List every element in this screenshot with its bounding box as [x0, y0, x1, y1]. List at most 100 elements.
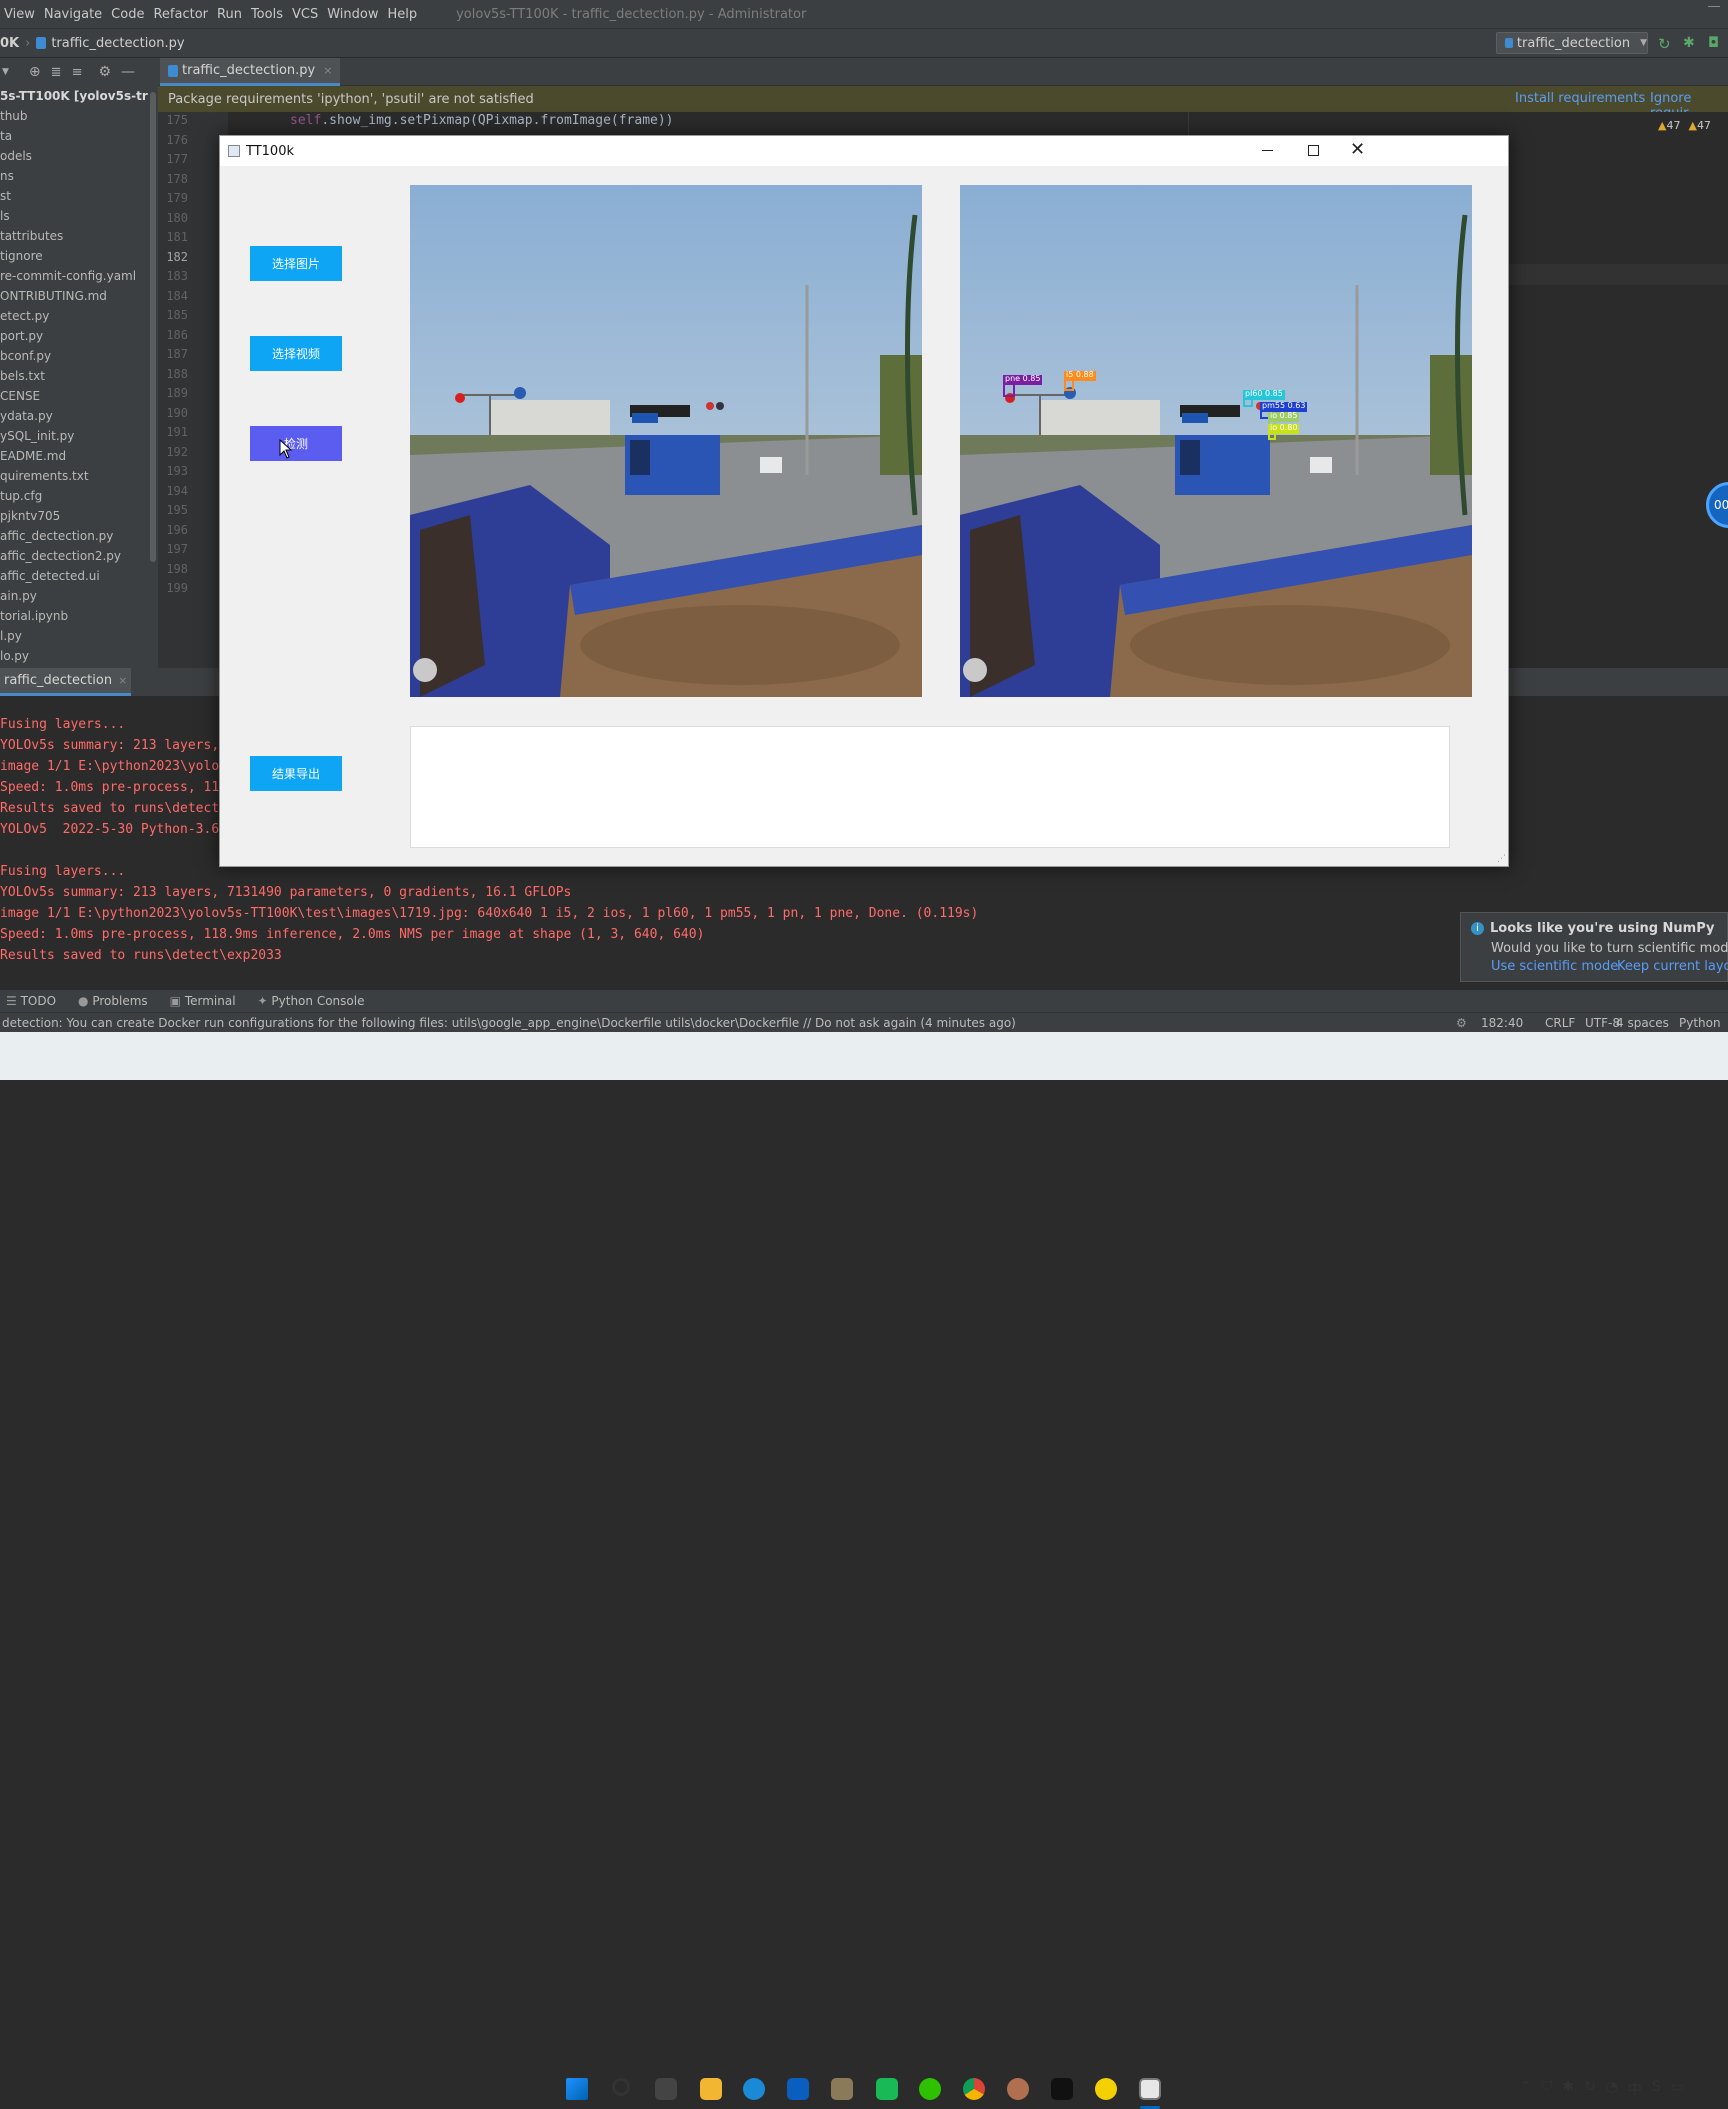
menu-navigate[interactable]: Navigate [44, 7, 111, 22]
menu-window[interactable]: Window [327, 7, 387, 22]
console-line: Results saved to runs\detect [0, 801, 220, 816]
file-explorer-icon[interactable] [700, 2078, 722, 2100]
minimize-icon[interactable] [1262, 150, 1273, 151]
requirements-message: Package requirements 'ipython', 'psutil'… [168, 91, 534, 107]
tab-run-traffic-dectection[interactable]: raffic_dectection × [0, 668, 132, 696]
tab-terminal[interactable]: ▣ Terminal [170, 994, 236, 1008]
project-tree-item[interactable]: affic_dectection.py [0, 526, 148, 546]
project-root[interactable]: 5s-TT100K [yolov5s-transf [0, 86, 148, 106]
project-tree-item[interactable]: ySQL_init.py [0, 426, 148, 446]
project-tree-item[interactable]: tup.cfg [0, 486, 148, 506]
menu-view[interactable]: View [0, 7, 44, 22]
menu-tools[interactable]: Tools [251, 7, 292, 22]
project-tree-item[interactable]: re-commit-config.yaml [0, 266, 148, 286]
edge-icon[interactable] [743, 2078, 765, 2100]
project-tree-item[interactable]: st [0, 186, 148, 206]
project-tree-item[interactable]: tignore [0, 246, 148, 266]
inspection-widget[interactable]: ▲47 ▲47 [1658, 119, 1711, 132]
menu-vcs[interactable]: VCS [292, 7, 327, 22]
tab-python-console[interactable]: ✦ Python Console [258, 994, 365, 1008]
maximize-icon[interactable] [1308, 145, 1319, 156]
close-icon[interactable]: × [323, 64, 332, 77]
gear-icon[interactable]: ⚙ [98, 64, 111, 80]
tab-traffic-dectection[interactable]: traffic_dectection.py × [160, 58, 341, 86]
project-tree-item[interactable]: ONTRIBUTING.md [0, 286, 148, 306]
collapse-all-icon[interactable]: ≡ [72, 65, 83, 80]
project-scrollbar[interactable] [148, 86, 158, 668]
status-message[interactable]: detection: You can create Docker run con… [0, 1016, 1016, 1030]
export-results-button[interactable]: 结果导出 [250, 756, 342, 791]
close-icon[interactable]: ✕ [1350, 139, 1365, 160]
breadcrumb-project[interactable]: 0K [0, 36, 19, 51]
project-tree-item[interactable]: EADME.md [0, 446, 148, 466]
project-tree-item[interactable]: pjkntv705 [0, 506, 148, 526]
store-icon[interactable] [787, 2078, 809, 2100]
hide-panel-icon[interactable]: — [121, 64, 135, 80]
project-tree-item[interactable]: ain.py [0, 586, 148, 606]
caret-position[interactable]: 182:40 [1481, 1016, 1523, 1030]
task-view-icon[interactable] [655, 2078, 677, 2100]
project-tree-item[interactable]: quirements.txt [0, 466, 148, 486]
project-tree-item[interactable]: lo.py [0, 646, 148, 666]
close-icon[interactable]: × [118, 674, 127, 687]
search-icon[interactable] [612, 2078, 630, 2096]
tab-problems[interactable]: ● Problems [78, 994, 148, 1008]
project-tree-item[interactable]: CENSE [0, 386, 148, 406]
tt100k-title-bar[interactable]: TT100k ✕ [220, 136, 1508, 166]
detect-button[interactable]: 检测 [250, 426, 342, 461]
project-tree-item[interactable]: ta [0, 126, 148, 146]
project-tree-item[interactable]: ydata.py [0, 406, 148, 426]
game-icon[interactable] [831, 2078, 853, 2100]
expand-all-icon[interactable]: ≣ [51, 65, 62, 80]
project-tree-item[interactable]: odels [0, 146, 148, 166]
project-tree-item[interactable]: affic_dectection2.py [0, 546, 148, 566]
results-text-area[interactable] [410, 726, 1450, 848]
use-scientific-mode-link[interactable]: Use scientific mode [1491, 959, 1618, 974]
weak-warning-icon: ▲ [1688, 119, 1697, 132]
project-tree-item[interactable]: ns [0, 166, 148, 186]
resize-grip-icon[interactable]: ⋰ [1497, 854, 1506, 864]
project-tree-item[interactable]: thub [0, 106, 148, 126]
run-config-select[interactable]: traffic_dectection ▼ [1496, 32, 1648, 54]
project-tree-item[interactable]: port.py [0, 326, 148, 346]
iqiyi-icon[interactable] [876, 2078, 898, 2100]
line-separator[interactable]: CRLF [1545, 1016, 1575, 1030]
debug-icon[interactable]: ✱ [1683, 35, 1695, 51]
project-tree-item[interactable]: torial.ipynb [0, 606, 148, 626]
keep-current-layout-link[interactable]: Keep current layout [1617, 959, 1728, 974]
project-tree-item[interactable]: affic_detected.ui [0, 566, 148, 586]
tab-todo[interactable]: ☰ TODO [6, 994, 56, 1008]
git-sync-icon[interactable]: ⚙ [1456, 1016, 1467, 1030]
project-tree-item[interactable]: bels.txt [0, 366, 148, 386]
pycharm-icon[interactable] [1051, 2078, 1073, 2100]
coverage-icon[interactable]: ◘ [1708, 35, 1719, 51]
scrollbar-thumb[interactable] [150, 92, 156, 562]
chrome-icon[interactable] [963, 2078, 985, 2100]
locate-icon[interactable]: ⊕ [29, 64, 41, 80]
select-image-button[interactable]: 选择图片 [250, 246, 342, 281]
avatar-app-icon[interactable] [1007, 2078, 1029, 2100]
file-encoding[interactable]: UTF-8 [1585, 1016, 1620, 1030]
menu-run[interactable]: Run [217, 7, 251, 22]
indent-setting[interactable]: 4 spaces [1616, 1016, 1669, 1030]
install-requirements-link[interactable]: Install requirements [1515, 91, 1645, 106]
project-tree-item[interactable]: etect.py [0, 306, 148, 326]
dropdown-arrow-icon[interactable]: ▼ [2, 67, 9, 77]
project-tree-item[interactable]: bconf.py [0, 346, 148, 366]
wechat-icon[interactable] [919, 2078, 941, 2100]
select-video-button[interactable]: 选择视频 [250, 336, 342, 371]
line-number: 181 [166, 230, 188, 244]
system-tray[interactable]: ⌃ ⛉ ✱ ↻ ◔ 中 S ▭ [1520, 2079, 1684, 2099]
qt-app-icon[interactable] [1139, 2078, 1161, 2100]
rerun-icon[interactable]: ↻ [1658, 35, 1671, 53]
start-icon[interactable] [566, 2078, 588, 2100]
menu-code[interactable]: Code [111, 7, 153, 22]
project-tree-item[interactable]: ls [0, 206, 148, 226]
minimize-icon[interactable] [1708, 6, 1720, 7]
breadcrumb-file[interactable]: traffic_dectection.py [51, 36, 184, 51]
menu-refactor[interactable]: Refactor [153, 7, 217, 22]
project-tree-item[interactable]: l.py [0, 626, 148, 646]
yellow-app-icon[interactable] [1095, 2078, 1117, 2100]
menu-help[interactable]: Help [387, 7, 426, 22]
project-tree-item[interactable]: tattributes [0, 226, 148, 246]
